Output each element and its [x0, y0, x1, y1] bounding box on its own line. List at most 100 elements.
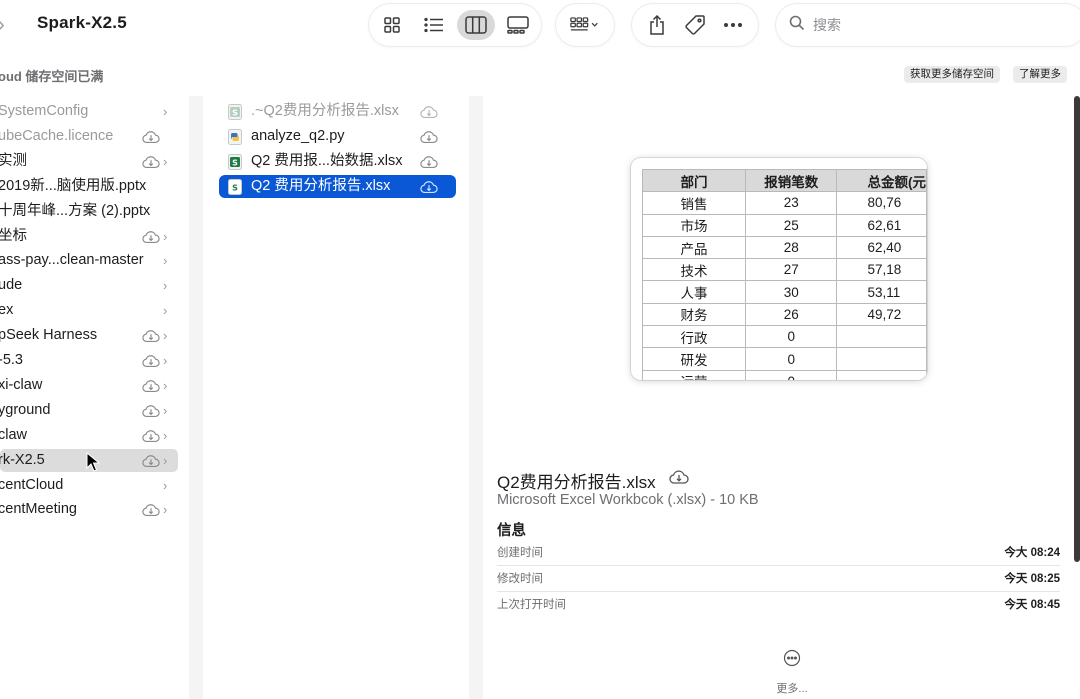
- more-button[interactable]: 更多...: [762, 649, 822, 696]
- column-divider[interactable]: [469, 96, 483, 699]
- table-cell: 市场: [642, 213, 746, 237]
- thumbnail-table: 部门 报销笔数 总金额(元 销售 23 80,76 市场 25 62,61 产品 28 62,40 技…: [642, 168, 927, 380]
- group-by-button[interactable]: [556, 4, 614, 46]
- table-cell: 23: [744, 191, 838, 215]
- folder-item-label: xi-claw: [0, 376, 43, 393]
- svg-text:S: S: [232, 108, 238, 117]
- get-more-storage-button[interactable]: 获取更多储存空间: [904, 66, 1000, 83]
- info-value: 今天 08:45: [1004, 599, 1060, 611]
- more-label: 更多...: [776, 683, 808, 695]
- table-cell: 研发: [642, 347, 746, 371]
- folder-item-label: SystemConfig: [0, 103, 89, 119]
- folder-item-label: claw: [0, 426, 28, 443]
- icloud-download-icon[interactable]: [142, 453, 160, 472]
- folder-item-label: -5.3: [0, 352, 23, 368]
- table-row: 市场 25 62,61: [642, 213, 927, 237]
- share-icon[interactable]: [642, 10, 672, 40]
- column-view-button[interactable]: [457, 10, 495, 40]
- icloud-download-icon[interactable]: [420, 129, 438, 152]
- info-row-modified: 修改时间 今天 08:25: [497, 566, 1060, 592]
- icloud-download-icon[interactable]: [142, 403, 160, 422]
- folder-item-label: 十周年峰...方案 (2).pptx: [0, 202, 151, 219]
- table-cell: [836, 347, 927, 371]
- icloud-download-icon[interactable]: [142, 328, 160, 347]
- folder-item[interactable]: ass-pay...clean-master ›: [0, 249, 178, 272]
- folder-item[interactable]: pSeek Harness ›: [0, 324, 178, 347]
- folder-item[interactable]: ude ›: [0, 274, 178, 297]
- table-cell: 27: [744, 258, 838, 282]
- chevron-right-icon: ›: [163, 278, 168, 294]
- folder-item[interactable]: 十周年峰...方案 (2).pptx: [0, 200, 178, 223]
- folder-item[interactable]: yground ›: [0, 399, 178, 422]
- more-actions-icon[interactable]: [718, 10, 748, 40]
- folder-item-label: centMeeting: [0, 501, 77, 518]
- group-grid-icon: [570, 10, 600, 40]
- file-list-column: S .~Q2费用分析报告.xlsx analyze_q2.py S Q2 费用报...始…: [205, 96, 469, 699]
- icloud-download-icon[interactable]: [142, 129, 160, 148]
- table-cell: 80,76: [836, 191, 927, 215]
- list-icon: [419, 10, 449, 40]
- file-item[interactable]: S Q2 费用报...始数据.xlsx: [219, 150, 456, 173]
- folder-item-label: 实测: [0, 152, 27, 169]
- learn-more-button[interactable]: 了解更多: [1013, 66, 1067, 83]
- gallery-view-button[interactable]: [499, 10, 537, 40]
- icloud-download-icon[interactable]: [420, 154, 438, 177]
- icloud-download-icon[interactable]: [142, 428, 160, 447]
- spreadsheet-thumbnail[interactable]: 部门 报销笔数 总金额(元 销售 23 80,76 市场 25 62,61 产品 28 62,40 技…: [631, 158, 927, 380]
- table-row: 人事 30 53,11: [642, 280, 927, 304]
- info-value: 今天 08:25: [1004, 573, 1060, 585]
- icloud-download-icon[interactable]: [142, 353, 160, 372]
- columns-icon: [461, 10, 491, 40]
- folder-item[interactable]: ex ›: [0, 299, 178, 322]
- table-cell: 技术: [642, 258, 746, 282]
- file-name: Q2 费用报...始数据.xlsx: [251, 152, 403, 169]
- table-cell: 28: [744, 235, 838, 260]
- folder-item-label: rk-X2.5: [0, 451, 45, 468]
- icloud-download-icon[interactable]: [142, 154, 160, 173]
- folder-item[interactable]: 实测 ›: [0, 150, 178, 173]
- back-chevron-icon[interactable]: ›: [0, 14, 12, 36]
- column-divider[interactable]: [189, 96, 203, 699]
- table-cell: 产品: [642, 235, 746, 260]
- folder-item-label: 2019新...脑使用版.pptx: [0, 177, 147, 194]
- folder-item[interactable]: 2019新...脑使用版.pptx: [0, 175, 178, 198]
- chevron-right-icon: ›: [163, 452, 168, 468]
- folder-item-label: centCloud: [0, 476, 64, 493]
- folder-item[interactable]: -5.3 ›: [0, 349, 178, 372]
- folder-item[interactable]: xi-claw ›: [0, 374, 178, 397]
- icloud-download-icon[interactable]: [142, 378, 160, 397]
- file-item[interactable]: S Q2 费用分析报告.xlsx: [219, 174, 456, 198]
- folder-item-label: 坐标: [0, 227, 27, 244]
- folder-item[interactable]: 坐标 ›: [0, 225, 178, 248]
- table-row: 运营0: [642, 369, 927, 380]
- icloud-download-icon[interactable]: [142, 229, 160, 248]
- grid-icon: [377, 10, 407, 40]
- preview-scrollbar[interactable]: [1074, 96, 1080, 562]
- svg-text:S: S: [232, 158, 238, 167]
- icloud-storage-full-text: oud 储存空间已满: [0, 69, 104, 84]
- table-cell: [836, 369, 927, 380]
- table-cell: 53,11: [836, 280, 927, 304]
- folder-item-label: ex: [0, 302, 14, 319]
- search-input[interactable]: [813, 17, 1053, 33]
- folder-item[interactable]: claw ›: [0, 424, 178, 447]
- file-item[interactable]: analyze_q2.py: [219, 125, 456, 148]
- folder-item[interactable]: centMeeting ›: [0, 498, 178, 521]
- icloud-icon: [669, 470, 689, 489]
- folder-item[interactable]: ubeCache.licence: [0, 125, 178, 148]
- excel-icon: S: [228, 178, 242, 203]
- search-field[interactable]: [776, 4, 1080, 46]
- file-item[interactable]: S .~Q2费用分析报告.xlsx: [219, 100, 456, 123]
- info-row-created: 创建时间 今大 08:24: [497, 540, 1060, 566]
- list-view-button[interactable]: [415, 10, 453, 40]
- icloud-download-icon[interactable]: [420, 179, 438, 202]
- folder-item[interactable]: SystemConfig ›: [0, 100, 178, 123]
- folder-item-label: pSeek Harness: [0, 327, 98, 344]
- icon-view-button[interactable]: [373, 10, 411, 40]
- chevron-right-icon: ›: [163, 427, 168, 443]
- icloud-download-icon[interactable]: [142, 502, 160, 521]
- tag-icon[interactable]: [680, 10, 710, 40]
- folder-item-label: ude: [0, 277, 23, 294]
- file-name: analyze_q2.py: [251, 127, 345, 144]
- icloud-download-icon[interactable]: [420, 104, 438, 127]
